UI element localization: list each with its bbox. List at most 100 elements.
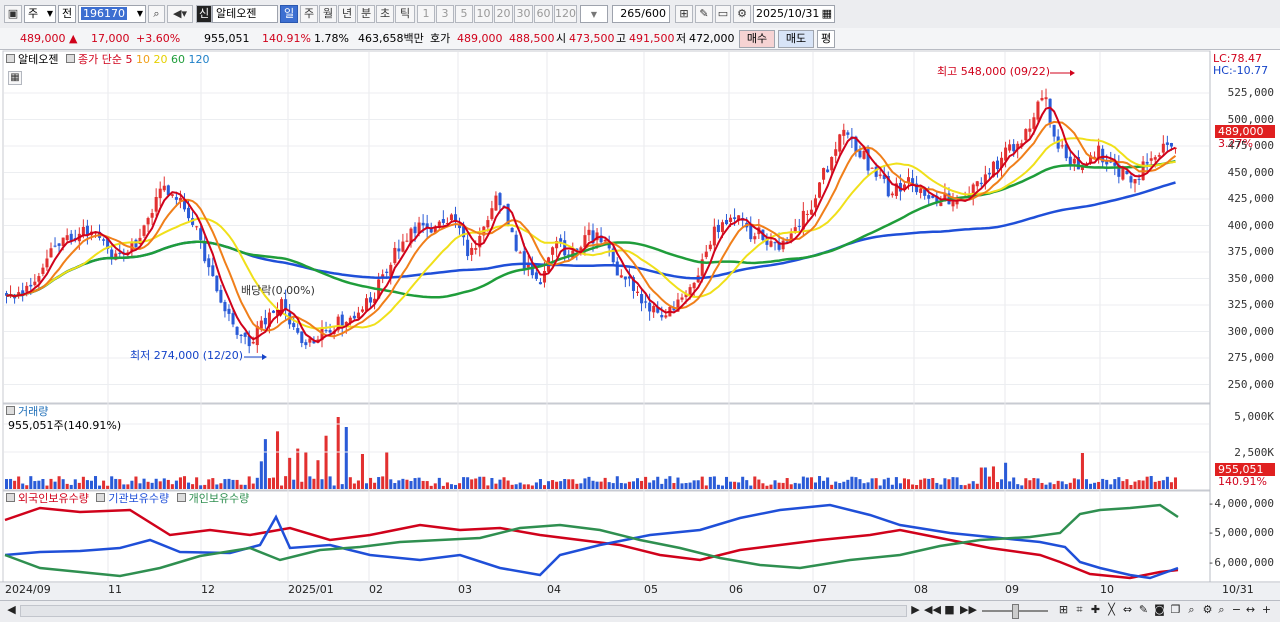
volume-bar: [466, 477, 470, 489]
candle-body: [818, 182, 822, 198]
volume-bar: [364, 483, 369, 489]
candle-body: [421, 222, 425, 226]
candle-body: [146, 218, 150, 225]
zoom-magnifier-icon[interactable]: ⌕: [1214, 603, 1229, 617]
candle-body: [1040, 97, 1044, 101]
candle-body: [494, 195, 498, 211]
x-label: 03: [458, 583, 472, 596]
zoom-in-icon[interactable]: +: [1259, 603, 1274, 617]
legend-ma120: 120: [188, 53, 210, 66]
candle-body: [134, 239, 138, 248]
settings-icon[interactable]: ⚙: [1200, 603, 1215, 617]
candle-body: [559, 238, 563, 242]
volume-bar: [858, 479, 862, 489]
volume-bar: [931, 478, 935, 489]
play-icon[interactable]: ▶▶: [960, 603, 977, 617]
edit-icon[interactable]: ✎: [1136, 603, 1151, 617]
volume-bar: [773, 480, 777, 489]
x-label: 2024/09: [5, 583, 51, 596]
volume-bar: [328, 476, 332, 489]
volume-bar: [729, 481, 733, 489]
legend-ma60: 60: [170, 53, 185, 66]
x-label: 09: [1005, 583, 1019, 596]
volume-bar: [239, 484, 243, 489]
volume-bar: [405, 479, 409, 489]
candle-body: [975, 181, 979, 187]
volume-bar: [304, 451, 308, 489]
x-label: 11: [108, 583, 122, 596]
volume-bar: [102, 480, 106, 489]
volume-bar: [902, 478, 906, 489]
scroll-left-icon[interactable]: ◀: [4, 603, 19, 617]
scrollbar-track[interactable]: [20, 605, 907, 617]
candle-body: [635, 291, 640, 293]
candle-body: [781, 240, 785, 250]
copy-icon[interactable]: ❐: [1168, 603, 1183, 617]
candle-body: [324, 330, 328, 332]
volume-bar: [251, 483, 255, 489]
volume-bar: [514, 484, 518, 489]
volume-bar: [595, 481, 599, 489]
candle-body: [102, 239, 106, 241]
volume-bar: [263, 439, 267, 489]
candle-body: [724, 219, 729, 225]
volume-bar: [397, 480, 401, 489]
magnet-icon[interactable]: ⌗: [1072, 603, 1087, 617]
candle-body: [1044, 97, 1048, 100]
candle-body: [413, 226, 417, 234]
zoom-icon[interactable]: ⊞: [1056, 603, 1071, 617]
dividend-note: 배당락(0.00%): [241, 284, 315, 297]
volume-bar: [603, 477, 607, 489]
candle-body: [749, 225, 753, 240]
volume-bar: [1145, 476, 1149, 489]
volume-bar: [1044, 484, 1048, 489]
volume-bar: [1149, 476, 1153, 489]
volume-bar: [834, 481, 838, 489]
volume-title: 거래량: [18, 405, 49, 418]
legend-foreign: 외국인보유수량: [18, 492, 89, 505]
volume-bar: [995, 482, 1000, 489]
x-label: 12: [201, 583, 215, 596]
camera-icon[interactable]: ◙: [1152, 603, 1167, 617]
volume-bar: [65, 483, 69, 489]
candle-body: [263, 317, 267, 325]
volume-bar: [615, 476, 619, 489]
volume-bar: [336, 417, 340, 489]
candle-body: [195, 226, 199, 228]
volume-bar: [878, 485, 882, 489]
volume-bar: [753, 476, 757, 489]
volume-bar: [526, 484, 530, 489]
candle-body: [834, 149, 838, 156]
cross-icon[interactable]: ✚: [1088, 603, 1103, 617]
volume-bar: [373, 482, 377, 489]
candle-body: [664, 315, 668, 318]
chart-canvas[interactable]: [0, 0, 1280, 621]
candle-body: [1133, 179, 1137, 184]
zoom-out-icon[interactable]: −: [1229, 603, 1244, 617]
volume-bar: [441, 485, 445, 489]
volume-bar: [737, 482, 741, 489]
search-icon[interactable]: ⌕: [1184, 603, 1199, 617]
volume-bar: [478, 476, 482, 489]
x-label: 06: [729, 583, 743, 596]
x-label: 07: [813, 583, 827, 596]
volume-bar: [1020, 485, 1024, 489]
stop-icon[interactable]: ■: [942, 603, 957, 617]
volume-bar: [894, 477, 898, 489]
volume-bar: [571, 479, 575, 489]
candle-body: [830, 157, 834, 171]
fit-icon[interactable]: ⇔: [1120, 603, 1135, 617]
volume-bar: [1097, 481, 1101, 489]
zoom-slider-handle[interactable]: [1012, 604, 1019, 619]
volume-bar: [846, 479, 850, 489]
crosshair-icon[interactable]: ╳: [1104, 603, 1119, 617]
grid-toggle-icon[interactable]: ▦: [8, 71, 22, 85]
volume-bar: [69, 484, 73, 489]
candle-body: [518, 252, 522, 254]
arrow-icon[interactable]: ↔: [1243, 603, 1258, 617]
candle-body: [805, 213, 809, 215]
volume-bar: [421, 480, 425, 489]
candle-body: [640, 294, 644, 304]
rewind-icon[interactable]: ◀◀: [924, 603, 941, 617]
scroll-right-icon[interactable]: ▶: [908, 603, 923, 617]
